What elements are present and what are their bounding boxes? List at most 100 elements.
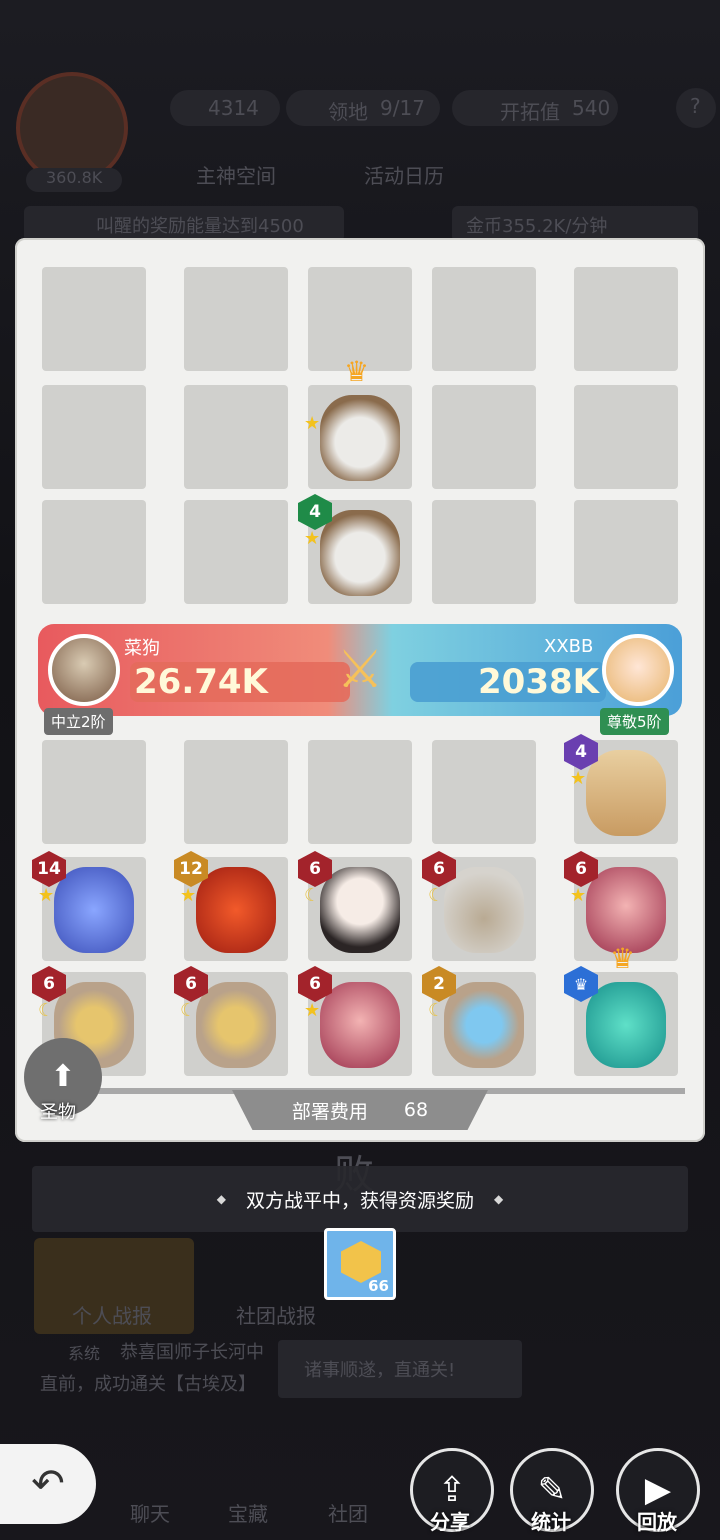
enemy-slot-r1c1[interactable] — [184, 385, 288, 489]
notice-right: 金币355.2K/分钟 — [466, 216, 608, 237]
diamond-left-icon: ◆ — [216, 1192, 226, 1206]
player-slot-r2c2[interactable]: 6 ★ — [298, 966, 412, 1076]
moon-icon: ☾ — [428, 885, 445, 906]
menu-calendar: 活动日历 — [364, 164, 444, 188]
player-slot-r2c1[interactable]: 6 ☾ — [174, 966, 288, 1076]
enemy-slot-r2c1[interactable] — [184, 500, 288, 604]
left-player-rank: 中立2阶 — [44, 708, 113, 735]
nav-treasure: 宝藏 — [228, 1502, 268, 1526]
territory-value: 9/17 — [380, 96, 425, 120]
enemy-slot-r0c3[interactable] — [432, 267, 536, 371]
enemy-slot-r2c3[interactable] — [432, 500, 536, 604]
menu-god-space: 主神空间 — [196, 164, 276, 188]
ice-demon-portrait — [54, 867, 134, 953]
deploy-cost: 部署费用 68 — [232, 1090, 488, 1130]
cat-photo-portrait — [444, 867, 524, 953]
tab-personal-label: 个人战报 — [72, 1304, 152, 1328]
enemy-slot-r1c4[interactable] — [574, 385, 678, 489]
crown-icon: ♛ — [344, 355, 370, 388]
star-icon: ★ — [304, 528, 321, 549]
crossed-swords-icon: ⚔ — [336, 640, 384, 700]
left-player-name: 菜狗 — [124, 638, 160, 659]
moon-icon: ☾ — [428, 1000, 445, 1021]
expand-label: 开拓值 — [500, 100, 560, 124]
system-msg-2: 直前，成功通关【古埃及】 — [40, 1374, 256, 1395]
shield-dog-portrait — [320, 510, 400, 596]
notice-left: 叫醒的奖励能量达到4500 — [96, 216, 304, 237]
player-slot-r1c2[interactable]: 6 ☾ — [298, 851, 412, 961]
moon-icon: ☾ — [38, 1000, 55, 1021]
enemy-slot-r0c1[interactable] — [184, 267, 288, 371]
nav-chat: 聊天 — [130, 1502, 170, 1526]
right-player-name: XXBB — [544, 636, 594, 657]
shield-dog-portrait — [320, 395, 400, 481]
player-slot-r2c3[interactable]: 2 ☾ — [422, 966, 536, 1076]
share-label: 分享 — [430, 1510, 470, 1534]
player-slot-r1c1[interactable]: 12 ★ — [174, 851, 288, 961]
player-slot-r0c4[interactable]: 4 ★ — [564, 734, 678, 844]
enemy-slot-r2c2[interactable]: 4 ★ — [298, 494, 412, 604]
share-icon: ⇪ — [437, 1470, 467, 1510]
star-icon: ★ — [180, 885, 197, 906]
coins-value: 4314 — [208, 96, 259, 120]
girl-photo-portrait — [320, 867, 400, 953]
right-player-rank: 尊敬5阶 — [600, 708, 669, 735]
crown-icon: ♛ — [610, 942, 636, 975]
deploy-cost-value: 68 — [403, 1099, 429, 1121]
stats-icon: ✎ — [537, 1470, 567, 1510]
holy-stone-portrait — [196, 982, 276, 1068]
undo-arrow-icon: ↶ — [31, 1461, 65, 1507]
player-slot-r1c3[interactable]: 6 ☾ — [422, 851, 536, 961]
lute-girl-portrait — [320, 982, 400, 1068]
back-button[interactable]: ↶ — [0, 1444, 96, 1524]
player-slot-r0c2[interactable] — [308, 740, 412, 844]
star-icon: ★ — [304, 1000, 321, 1021]
reward-count: 66 — [368, 1277, 389, 1295]
player-slot-r0c0[interactable] — [42, 740, 146, 844]
tab-club-label: 社团战报 — [236, 1304, 316, 1328]
expand-value: 540 — [572, 96, 611, 120]
star-icon: ★ — [570, 768, 587, 789]
star-icon: ★ — [304, 413, 321, 434]
replay-label: 回放 — [637, 1510, 677, 1534]
player-slot-r2c4[interactable]: ♛ ♛ — [564, 942, 678, 1076]
system-msg: 恭喜国师子长河中 — [120, 1342, 264, 1363]
popup-msg: 诸事顺遂，直通关! — [304, 1360, 456, 1381]
system-msg-prefix: 系统 — [68, 1344, 101, 1363]
enemy-slot-r2c4[interactable] — [574, 500, 678, 604]
star-icon: ★ — [570, 885, 587, 906]
player-slot-r0c1[interactable] — [184, 740, 288, 844]
enemy-slot-r1c3[interactable] — [432, 385, 536, 489]
star-icon: ★ — [38, 885, 55, 906]
enemy-slot-r1c0[interactable] — [42, 385, 146, 489]
upload-arrow-icon: ⬆ — [50, 1059, 76, 1094]
left-player-avatar[interactable] — [48, 634, 120, 706]
deploy-cost-label: 部署费用 — [291, 1100, 368, 1123]
right-player-avatar[interactable] — [602, 634, 674, 706]
crystal-stone-portrait — [444, 982, 524, 1068]
enemy-slot-r2c0[interactable] — [42, 500, 146, 604]
enemy-slot-r0c0[interactable] — [42, 267, 146, 371]
lute-girl-portrait — [586, 867, 666, 953]
result-toast: ◆ 双方战平中，获得资源奖励 ◆ — [32, 1166, 688, 1232]
stats-label: 统计 — [531, 1510, 571, 1534]
fire-demon-portrait — [196, 867, 276, 953]
left-player-power: 26.74K — [134, 662, 268, 702]
player-level: 360.8K — [46, 168, 103, 187]
relic-label: 圣物 — [40, 1102, 76, 1123]
nav-club: 社团 — [328, 1502, 368, 1526]
reward-item[interactable]: 66 — [324, 1228, 396, 1300]
player-slot-r0c3[interactable] — [432, 740, 536, 844]
fire-scroll-portrait — [586, 750, 666, 836]
player-slot-r1c0[interactable]: 14 ★ — [32, 851, 146, 961]
right-player-power: 2038K — [478, 662, 599, 702]
green-slime-portrait — [586, 982, 666, 1068]
enemy-slot-r0c4[interactable] — [574, 267, 678, 371]
diamond-right-icon: ◆ — [494, 1192, 504, 1206]
help-glyph: ? — [690, 94, 701, 118]
territory-label: 领地 — [328, 100, 368, 124]
versus-bar: 菜狗 XXBB 26.74K 2038K ⚔ 中立2阶 尊敬5阶 — [38, 624, 682, 735]
result-message: 双方战平中，获得资源奖励 — [245, 1189, 474, 1212]
moon-icon: ☾ — [180, 1000, 197, 1021]
enemy-slot-r1c2[interactable]: ★ ♛ — [304, 355, 412, 489]
